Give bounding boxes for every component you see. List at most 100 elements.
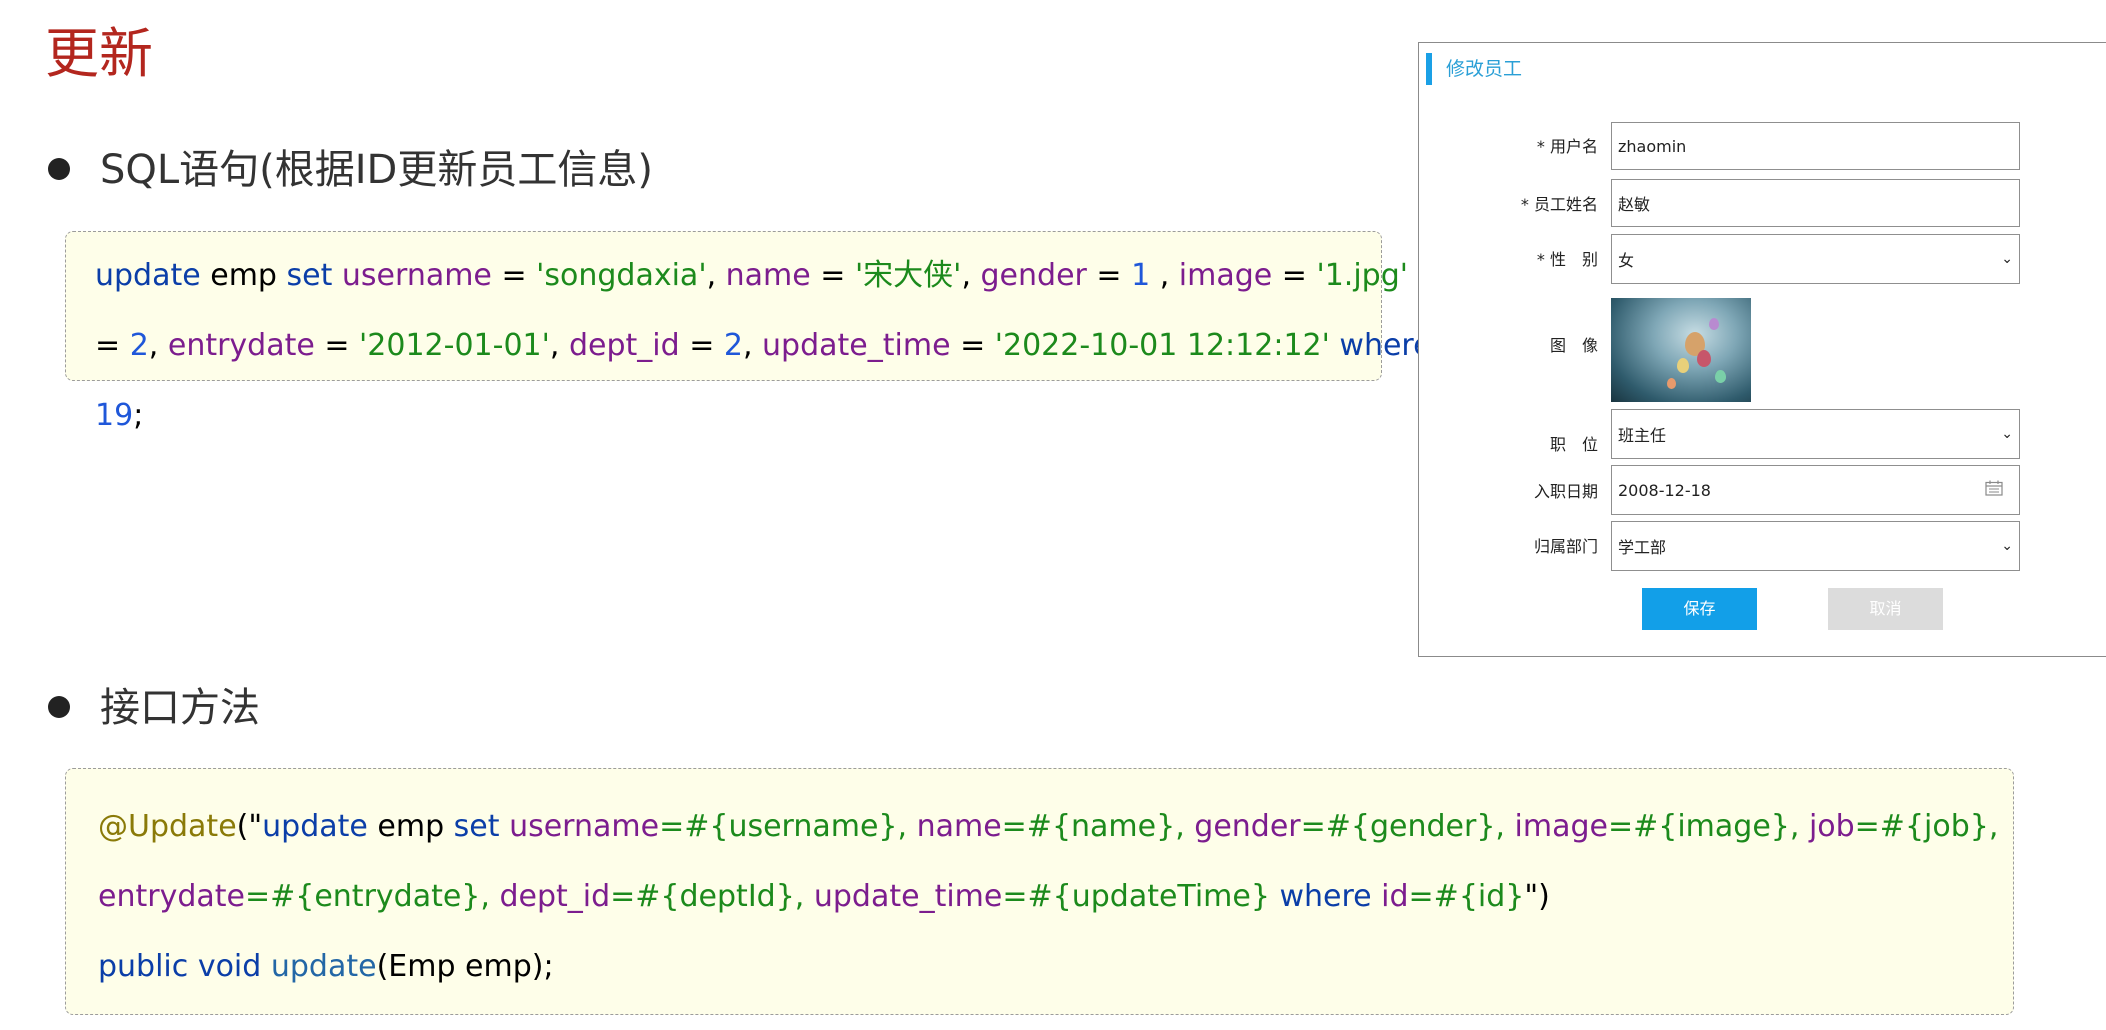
code-token: username [341, 258, 492, 293]
code-token: , [148, 328, 168, 363]
code-token: = [1272, 258, 1317, 293]
username-input[interactable]: zhaomin [1611, 122, 2020, 170]
code-token: @Update [98, 809, 237, 844]
interface-section-heading: 接口方法 [100, 685, 260, 731]
name-label: * 员工姓名 [1520, 195, 1598, 214]
code-token: =#{name}, [1001, 809, 1195, 844]
code-token: '1.jpg' [1316, 258, 1409, 293]
code-token: void [197, 949, 262, 984]
code-token: gender [1194, 809, 1301, 844]
code-token: =#{deptId}, [610, 879, 814, 914]
code-token: =#{username}, [659, 809, 917, 844]
code-token: 2 [723, 328, 743, 363]
code-token: =#{entrydate}, [244, 879, 500, 914]
code-token: =#{id} [1408, 879, 1525, 914]
code-token: '宋大侠' [854, 258, 962, 293]
code-token: , [742, 328, 763, 363]
code-token: where [1279, 879, 1372, 914]
bullet-point [48, 158, 70, 180]
dialog-accent-bar [1426, 53, 1432, 85]
gender-value: 女 [1618, 251, 1635, 270]
code-token: 'songdaxia' [536, 258, 707, 293]
cancel-button[interactable]: 取消 [1828, 588, 1943, 630]
code-token: update_time [762, 328, 951, 363]
code-token: = [950, 328, 995, 363]
code-token: =#{gender}, [1300, 809, 1515, 844]
code-token: name [725, 258, 811, 293]
code-token: ; [133, 398, 144, 433]
entrydate-input[interactable]: 2008-12-18 [1611, 465, 2020, 515]
code-token: id [1381, 879, 1409, 914]
code-token: = [314, 328, 360, 363]
mapper-code-line-2: entrydate=#{entrydate}, dept_id=#{deptId… [98, 862, 1550, 932]
sql-code-line-3: 19; [95, 381, 143, 451]
code-token: =#{image}, [1607, 809, 1809, 844]
entrydate-label: 入职日期 [1533, 482, 1598, 501]
gender-select[interactable]: 女 ⌄ [1611, 234, 2020, 284]
code-token: = [679, 328, 724, 363]
code-token: set [453, 809, 500, 844]
job-label: 职 位 [1549, 435, 1598, 454]
code-token: emp [367, 809, 454, 844]
code-token: = [810, 258, 855, 293]
job-select[interactable]: 班主任 ⌄ [1611, 409, 2020, 459]
sql-section-heading: SQL语句(根据ID更新员工信息) [100, 147, 653, 193]
image-label: 图 像 [1549, 336, 1598, 355]
employee-avatar-image[interactable] [1611, 298, 1751, 402]
code-token: = [95, 328, 130, 363]
entrydate-value: 2008-12-18 [1618, 480, 1711, 500]
bullet-point [48, 696, 70, 718]
username-label: * 用户名 [1536, 137, 1598, 156]
code-token: set [286, 258, 333, 293]
code-token: 2 [129, 328, 149, 363]
dialog-title: 修改员工 [1446, 58, 1523, 80]
name-input[interactable]: 赵敏 [1611, 179, 2020, 227]
dept-value: 学工部 [1618, 538, 1667, 557]
code-token: gender [980, 258, 1087, 293]
code-token: = [491, 258, 537, 293]
code-token: entrydate [167, 328, 315, 363]
chevron-down-icon: ⌄ [2001, 538, 2013, 554]
chevron-down-icon: ⌄ [2001, 251, 2013, 267]
code-token: entrydate [98, 879, 245, 914]
dept-label: 归属部门 [1533, 537, 1598, 556]
code-token: update [262, 809, 368, 844]
code-token: =#{updateTime} [1002, 879, 1280, 914]
code-token: (Emp emp); [376, 949, 554, 984]
calendar-icon[interactable] [1985, 480, 2003, 500]
sql-code-line-2: = 2, entrydate = '2012-01-01', dept_id =… [95, 311, 1503, 381]
code-token: emp [200, 258, 287, 293]
code-token: update_time [813, 879, 1003, 914]
dept-select[interactable]: 学工部 ⌄ [1611, 521, 2020, 571]
code-token: update [270, 949, 377, 984]
code-token: , [1150, 258, 1179, 293]
code-token: 1 [1131, 258, 1151, 293]
code-token: name [916, 809, 1002, 844]
code-token: = [1086, 258, 1132, 293]
code-token: =#{job}, [1854, 809, 1999, 844]
save-button[interactable]: 保存 [1642, 588, 1757, 630]
username-value: zhaomin [1618, 136, 1687, 156]
code-token: username [509, 809, 660, 844]
code-token: dept_id [499, 879, 611, 914]
code-token: , [549, 328, 569, 363]
code-token: public [98, 949, 189, 984]
code-token: , [961, 258, 981, 293]
code-token: job [1808, 809, 1855, 844]
gender-label: * 性 别 [1536, 250, 1598, 269]
code-token: 19 [95, 398, 134, 433]
code-token: (" [236, 809, 263, 844]
code-token: image [1514, 809, 1608, 844]
mapper-code-line-3: public void update(Emp emp); [98, 932, 554, 1002]
edit-employee-dialog: 修改员工 * 用户名 zhaomin * 员工姓名 赵敏 * 性 别 女 ⌄ 图… [1418, 42, 2106, 657]
mapper-code-line-1: @Update("update emp set username=#{usern… [98, 792, 1998, 862]
name-value: 赵敏 [1618, 195, 1651, 214]
code-token: ") [1524, 879, 1550, 914]
code-token: dept_id [568, 328, 680, 363]
chevron-down-icon: ⌄ [2001, 426, 2013, 442]
